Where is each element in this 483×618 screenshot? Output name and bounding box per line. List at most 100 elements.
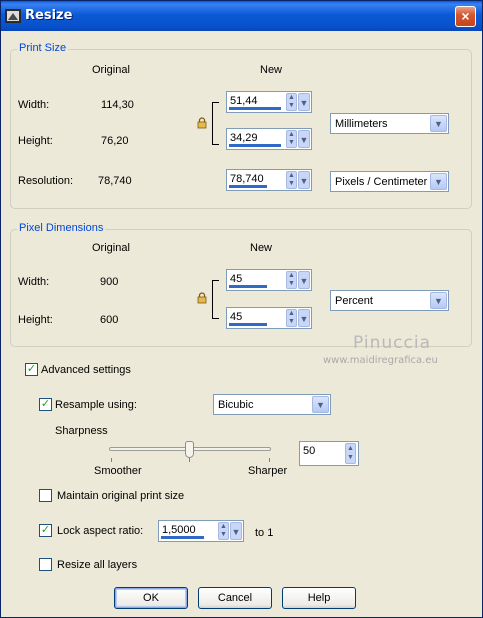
resolution-units-select[interactable]: Pixels / Centimeter ▼	[330, 171, 449, 192]
field-underline	[229, 323, 267, 326]
pixel-height-label: Height:	[18, 314, 53, 326]
chevron-down-icon[interactable]: ▼	[230, 522, 242, 540]
resample-method-value: Bicubic	[218, 399, 254, 411]
resolution-input[interactable]: 78,740 ▲ ▼ ▼	[226, 169, 312, 191]
print-link-bracket	[212, 102, 219, 145]
print-width-value: 51,44	[230, 95, 258, 107]
spin-controls: ▲ ▼ ▼	[285, 92, 311, 112]
print-units-select[interactable]: Millimeters ▼	[330, 113, 449, 134]
padlock-icon	[197, 292, 207, 304]
resolution-units-value: Pixels / Centimeter	[335, 176, 428, 188]
resize-layers-label[interactable]: Resize all layers	[57, 559, 137, 571]
pixel-width-original: 900	[100, 276, 119, 288]
pixel-width-value: 45	[230, 273, 243, 285]
print-height-label: Height:	[18, 135, 53, 147]
window-title: Resize	[25, 8, 73, 23]
up-down-arrows-icon[interactable]: ▲ ▼	[345, 443, 356, 464]
print-height-input[interactable]: 34,29 ▲ ▼ ▼	[226, 128, 312, 150]
lock-aspect-checkbox[interactable]: ✓	[39, 524, 52, 537]
help-button[interactable]: Help	[282, 587, 356, 609]
sharpness-label: Sharpness	[55, 425, 108, 437]
maintain-print-size-checkbox[interactable]	[39, 489, 52, 502]
pixel-dimensions-title: Pixel Dimensions	[17, 222, 106, 234]
chevron-down-icon[interactable]: ▼	[298, 93, 310, 111]
print-units-value: Millimeters	[335, 118, 388, 130]
print-width-label: Width:	[18, 99, 50, 111]
print-original-header: Original	[92, 64, 130, 76]
ok-button[interactable]: OK	[114, 587, 188, 609]
advanced-settings-checkbox[interactable]: ✓	[25, 363, 38, 376]
cancel-button[interactable]: Cancel	[198, 587, 272, 609]
up-down-arrows-icon[interactable]: ▲ ▼	[218, 522, 229, 540]
field-underline	[229, 107, 281, 110]
aspect-ratio-input[interactable]: 1,5000 ▲ ▼ ▼	[158, 520, 244, 542]
field-underline	[161, 536, 204, 539]
up-down-arrows-icon[interactable]: ▲ ▼	[286, 171, 297, 189]
title-bar[interactable]: Resize ×	[1, 1, 482, 31]
checkmark-icon: ✓	[40, 398, 51, 410]
chevron-down-icon[interactable]: ▼	[430, 292, 447, 309]
advanced-settings-label[interactable]: Advanced settings	[41, 364, 131, 376]
up-down-arrows-icon[interactable]: ▲ ▼	[286, 271, 297, 289]
up-down-arrows-icon[interactable]: ▲ ▼	[286, 309, 297, 327]
resize-dialog: Resize × Print Size Original New Width: …	[0, 0, 483, 618]
chevron-down-icon[interactable]: ▼	[430, 173, 447, 190]
print-height-original: 76,20	[101, 135, 129, 147]
chevron-down-icon[interactable]: ▼	[298, 130, 310, 148]
pixel-height-value: 45	[230, 311, 243, 323]
pixel-height-original: 600	[100, 314, 119, 326]
pixel-width-input[interactable]: 45 ▲ ▼ ▼	[226, 269, 312, 291]
field-underline	[229, 185, 267, 188]
pixel-units-value: Percent	[335, 295, 373, 307]
print-width-input[interactable]: 51,44 ▲ ▼ ▼	[226, 91, 312, 113]
spin-controls: ▲ ▼ ▼	[285, 270, 311, 290]
watermark-name: Pinuccia	[353, 333, 431, 353]
pixel-height-input[interactable]: 45 ▲ ▼ ▼	[226, 307, 312, 329]
paint-shop-icon	[5, 9, 21, 23]
chevron-down-icon[interactable]: ▼	[430, 115, 447, 132]
print-height-value: 34,29	[230, 132, 258, 144]
field-underline	[229, 285, 267, 288]
sharpness-slider-thumb[interactable]	[185, 441, 194, 458]
spin-controls: ▲ ▼ ▼	[285, 170, 311, 190]
chevron-down-icon[interactable]: ▼	[298, 271, 310, 289]
spin-controls: ▲ ▼ ▼	[217, 521, 243, 541]
smoother-label: Smoother	[94, 465, 142, 477]
chevron-down-icon[interactable]: ▼	[298, 309, 310, 327]
aspect-ratio-value: 1,5000	[162, 524, 196, 536]
close-icon: ×	[461, 8, 470, 24]
slider-tick	[189, 458, 190, 462]
close-button[interactable]: ×	[455, 6, 476, 27]
pixel-link-bracket	[212, 280, 219, 319]
checkmark-icon: ✓	[40, 524, 51, 536]
resize-layers-checkbox[interactable]	[39, 558, 52, 571]
resolution-original: 78,740	[98, 175, 132, 187]
sharpness-input[interactable]: 50 ▲ ▼	[299, 441, 359, 466]
maintain-print-size-label[interactable]: Maintain original print size	[57, 490, 184, 502]
lock-aspect-label[interactable]: Lock aspect ratio:	[57, 525, 143, 537]
sharpness-value: 50	[303, 445, 316, 457]
pixel-units-select[interactable]: Percent ▼	[330, 290, 449, 311]
field-underline	[229, 144, 281, 147]
checkmark-icon: ✓	[26, 363, 37, 375]
up-down-arrows-icon[interactable]: ▲ ▼	[286, 93, 297, 111]
print-width-original: 114,30	[101, 99, 134, 111]
slider-tick	[111, 458, 112, 462]
sharper-label: Sharper	[248, 465, 288, 477]
pixel-original-header: Original	[92, 242, 130, 254]
resample-checkbox[interactable]: ✓	[39, 398, 52, 411]
resample-label[interactable]: Resample using:	[55, 399, 137, 411]
pixel-width-label: Width:	[18, 276, 50, 288]
resample-method-select[interactable]: Bicubic ▼	[213, 394, 331, 415]
padlock-icon	[197, 117, 207, 129]
spin-controls: ▲ ▼ ▼	[285, 308, 311, 328]
print-size-title: Print Size	[17, 42, 69, 54]
watermark-url: www.maidiregrafica.eu	[323, 355, 438, 366]
up-down-arrows-icon[interactable]: ▲ ▼	[286, 130, 297, 148]
resolution-label: Resolution:	[18, 175, 74, 187]
aspect-ratio-suffix: to 1	[255, 527, 274, 539]
resolution-value: 78,740	[230, 173, 264, 185]
chevron-down-icon[interactable]: ▼	[312, 396, 329, 413]
chevron-down-icon[interactable]: ▼	[298, 171, 310, 189]
slider-tick	[269, 458, 270, 462]
